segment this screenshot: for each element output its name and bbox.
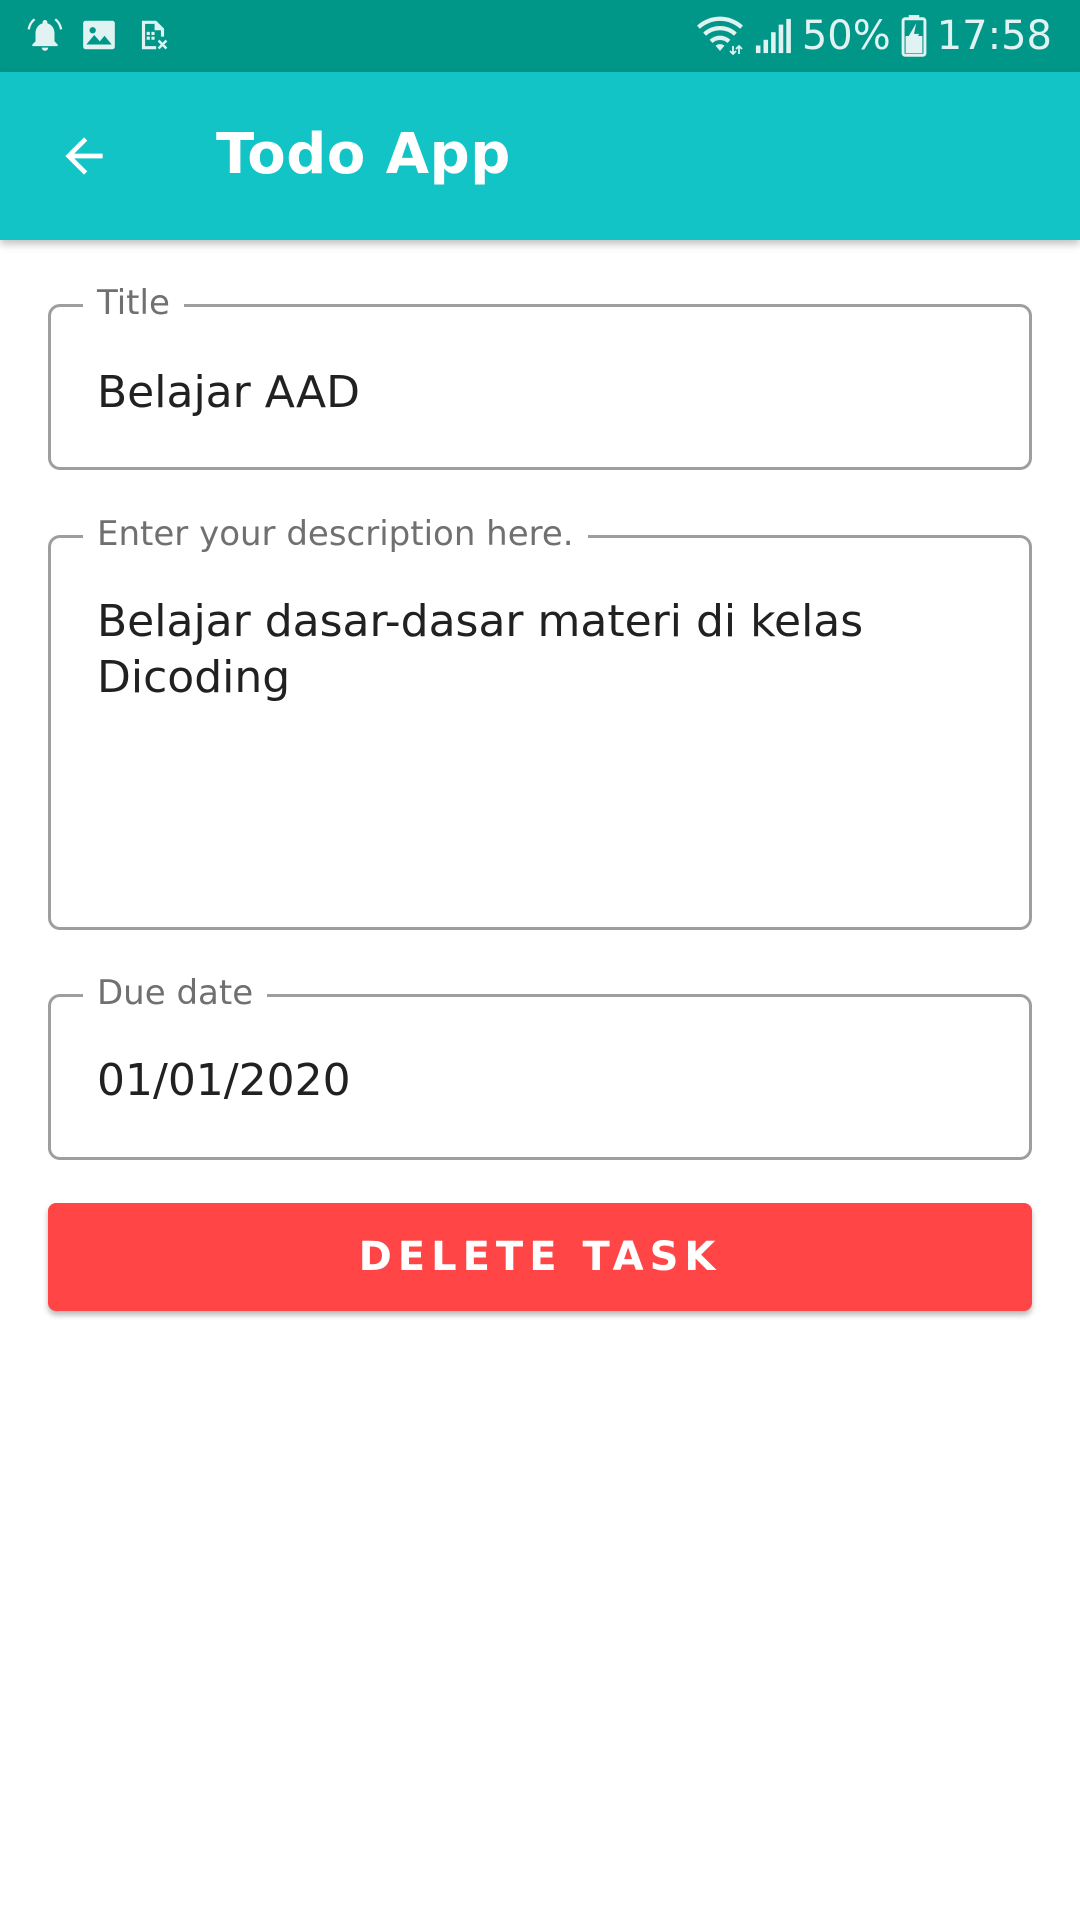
due-date-field[interactable]: Due date 01/01/2020 xyxy=(48,971,1032,1160)
image-icon xyxy=(78,14,120,56)
notification-icons xyxy=(24,14,174,56)
battery-charging-icon xyxy=(901,15,927,57)
description-field[interactable]: Enter your description here. Belajar das… xyxy=(48,512,1032,930)
alarm-bell-icon xyxy=(24,14,66,56)
delete-task-label: DELETE TASK xyxy=(358,1234,722,1280)
page-title: Todo App xyxy=(216,122,511,187)
app-bar: Todo App xyxy=(0,72,1080,240)
due-date-field-label: Due date xyxy=(83,971,268,1015)
title-field-label: Title xyxy=(83,281,184,325)
title-field[interactable]: Title Belajar AAD xyxy=(48,281,1032,470)
title-input[interactable]: Belajar AAD xyxy=(97,365,989,421)
battery-percent: 50% xyxy=(801,13,891,59)
due-date-input[interactable]: 01/01/2020 xyxy=(97,1053,989,1109)
cell-signal-icon xyxy=(754,16,792,56)
description-line-1: Belajar dasar-dasar materi di kelas xyxy=(97,596,864,647)
arrow-back-icon xyxy=(65,137,103,175)
description-input[interactable]: Belajar dasar-dasar materi di kelas Dico… xyxy=(97,594,989,706)
wifi-icon xyxy=(696,16,744,56)
system-indicators: 50% 17:58 xyxy=(696,10,1052,62)
status-bar: 50% 17:58 xyxy=(0,0,1080,72)
description-line-2: Dicoding xyxy=(97,652,291,703)
back-button[interactable] xyxy=(42,114,126,198)
description-field-label: Enter your description here. xyxy=(83,512,588,556)
delete-task-button[interactable]: DELETE TASK xyxy=(48,1203,1032,1311)
clock-time: 17:58 xyxy=(936,13,1052,59)
sim-card-off-icon xyxy=(132,14,174,56)
